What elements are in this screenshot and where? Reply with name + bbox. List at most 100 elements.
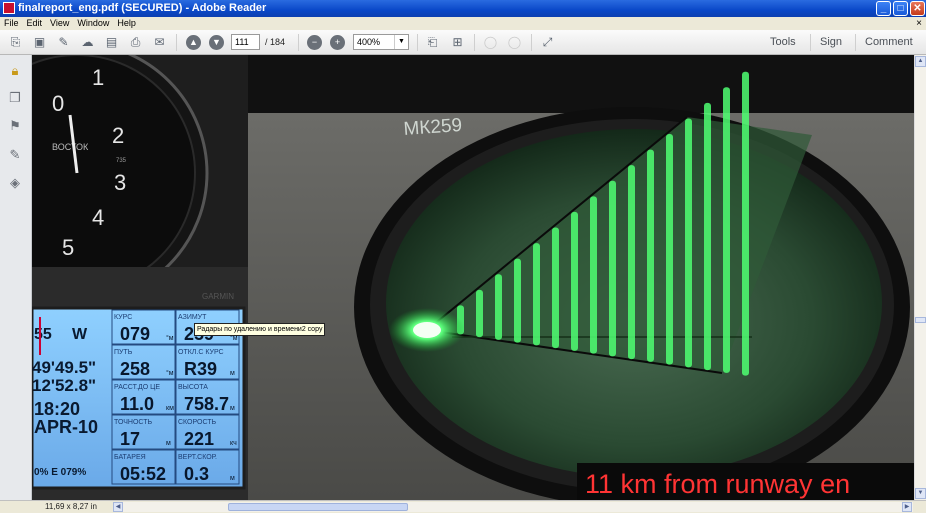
dial-label: МК259 — [403, 115, 463, 140]
gps-longitude: 12'52.8" — [32, 376, 96, 395]
scroll-right-arrow-icon[interactable]: ▶ — [902, 502, 912, 512]
clock-number: 4 — [92, 205, 104, 230]
gps-field-label: БАТАРЕЯ — [114, 454, 146, 461]
document-close-button[interactable]: × — [916, 17, 922, 30]
minimize-button[interactable]: _ — [876, 1, 891, 16]
fullscreen-icon[interactable]: ⤢ — [540, 35, 555, 50]
gps-field-value: 221 — [184, 429, 214, 449]
gps-compass-strip: 0% E 079% — [34, 467, 86, 478]
gps-field-unit: °м — [166, 369, 174, 377]
navigation-pane: 🔒︎ ❐ ⚑ ✎ ◈ — [0, 55, 32, 500]
document-view[interactable]: МК259 0 1 2 3 4 5 735 ВОСТОК GARMIN 55 W… — [32, 55, 914, 500]
clock-number: 3 — [114, 170, 126, 195]
vertical-scrollbar[interactable]: ▲ ▼ — [914, 55, 926, 500]
scroll-thumb[interactable] — [915, 317, 926, 323]
comment-link[interactable]: Comment — [865, 35, 913, 50]
scroll-down-arrow-icon[interactable]: ▼ — [915, 488, 926, 499]
page-thumbnails-icon[interactable]: ❐ — [7, 90, 23, 106]
menu-file[interactable]: File — [0, 17, 23, 30]
gps-field-label: РАССТ.ДО ЦЕ — [114, 384, 160, 391]
scroll-left-arrow-icon[interactable]: ◀ — [113, 502, 123, 512]
next-page-icon[interactable]: ▼ — [209, 35, 224, 50]
email-icon[interactable]: ✉ — [152, 35, 167, 50]
toolbar-divider — [855, 34, 856, 51]
gps-speed: 55 — [34, 326, 52, 343]
horizontal-scrollbar[interactable]: ◀ ▶ — [113, 502, 913, 512]
toolbar-divider — [417, 34, 418, 51]
zoom-select[interactable]: 400% ▼ — [353, 34, 409, 50]
gps-date: APR-10 — [34, 417, 98, 437]
radar-blip — [514, 258, 521, 343]
status-bar: 11,69 x 8,27 in ◀ ▶ — [0, 500, 926, 513]
attachment-icon[interactable]: ✎ — [7, 147, 23, 163]
chevron-down-icon[interactable]: ▼ — [394, 35, 408, 49]
close-button[interactable]: ✕ — [910, 1, 925, 16]
print-icon[interactable]: ⎙ — [128, 35, 143, 50]
open-file-icon[interactable]: ▣ — [32, 35, 47, 50]
clock-number: 5 — [62, 235, 74, 260]
toolbar-divider — [531, 34, 532, 51]
clock-mark: 735 — [116, 158, 127, 164]
radar-blip — [609, 180, 616, 357]
gps-field-value: 17 — [120, 429, 140, 449]
toolbar: ⎘ ▣ ✎ ☁ ▤ ⎙ ✉ ▲ ▼ 111 / 184 − + 400% ▼ ⎗… — [0, 30, 926, 55]
tools-link[interactable]: Tools — [770, 35, 796, 50]
toolbar-divider — [176, 34, 177, 51]
comment-bubble-icon: ◯ — [507, 35, 522, 49]
gps-field-value: 758.7 — [184, 394, 229, 414]
gps-field-label: ВЕРТ.СКОР. — [178, 454, 217, 461]
radar-blip — [590, 196, 597, 354]
horizontal-scroll-thumb[interactable] — [228, 503, 408, 511]
gps-brand-label: GARMIN — [202, 292, 234, 301]
radar-blip — [685, 118, 692, 368]
gps-time: 18:20 — [34, 399, 80, 419]
fit-width-icon[interactable]: ⊞ — [450, 35, 465, 50]
menu-help[interactable]: Help — [113, 17, 140, 30]
radar-blip — [666, 134, 673, 365]
menu-edit[interactable]: Edit — [23, 17, 47, 30]
cloud-upload-icon[interactable]: ☁ — [80, 35, 95, 50]
edit-pencil-icon[interactable]: ✎ — [56, 35, 71, 50]
gps-field-unit: м — [230, 370, 235, 377]
gps-field-label: ТОЧНОСТЬ — [114, 419, 153, 426]
radar-blip — [647, 149, 654, 362]
menu-view[interactable]: View — [46, 17, 73, 30]
gps-field-unit: км — [166, 405, 174, 412]
gps-field-label: АЗИМУТ — [178, 314, 207, 321]
bookmark-icon[interactable]: ⚑ — [7, 118, 23, 134]
gps-field-value: R39 — [184, 359, 217, 379]
window-title: finalreport_eng.pdf (SECURED) - Adobe Re… — [18, 2, 267, 14]
radar-blip — [533, 243, 540, 346]
page-total: / 184 — [265, 37, 286, 47]
menu-window[interactable]: Window — [73, 17, 113, 30]
gps-field-label: КУРС — [114, 314, 132, 321]
clock-number: 2 — [112, 123, 124, 148]
page-image: МК259 0 1 2 3 4 5 735 ВОСТОК GARMIN 55 W… — [32, 55, 914, 500]
page-size-label: 11,69 x 8,27 in — [45, 502, 97, 511]
clock-number: 1 — [92, 65, 104, 90]
zoom-in-icon[interactable]: + — [330, 35, 345, 50]
layers-icon[interactable]: ◈ — [7, 175, 23, 191]
scroll-up-arrow-icon[interactable]: ▲ — [915, 56, 926, 67]
adobe-reader-app-icon — [3, 2, 15, 14]
sign-link[interactable]: Sign — [820, 35, 842, 50]
page-number-input[interactable]: 111 — [231, 34, 260, 50]
clock-mark: ВОСТОК — [52, 142, 89, 152]
previous-page-icon[interactable]: ▲ — [186, 35, 201, 50]
title-bar: finalreport_eng.pdf (SECURED) - Adobe Re… — [0, 0, 926, 17]
gps-direction: W — [72, 326, 88, 343]
gps-field-value: 0.3 — [184, 464, 209, 484]
video-caption: 11 km from runway en — [585, 469, 850, 499]
fit-page-icon[interactable]: ⎗ — [425, 35, 440, 50]
create-pdf-icon[interactable]: ⎘ — [8, 35, 23, 50]
radar-blip — [723, 87, 730, 373]
comment-bubble-icon: ◯ — [483, 35, 498, 49]
gps-field-label: ВЫСОТА — [178, 384, 208, 391]
toolbar-divider — [810, 34, 811, 51]
gps-field-value: 258 — [120, 359, 150, 379]
zoom-out-icon[interactable]: − — [307, 35, 322, 50]
maximize-button[interactable]: □ — [893, 1, 908, 16]
lock-icon[interactable]: 🔒︎ — [7, 63, 23, 79]
gps-field-value: 11.0 — [120, 394, 154, 414]
save-icon[interactable]: ▤ — [104, 35, 119, 50]
